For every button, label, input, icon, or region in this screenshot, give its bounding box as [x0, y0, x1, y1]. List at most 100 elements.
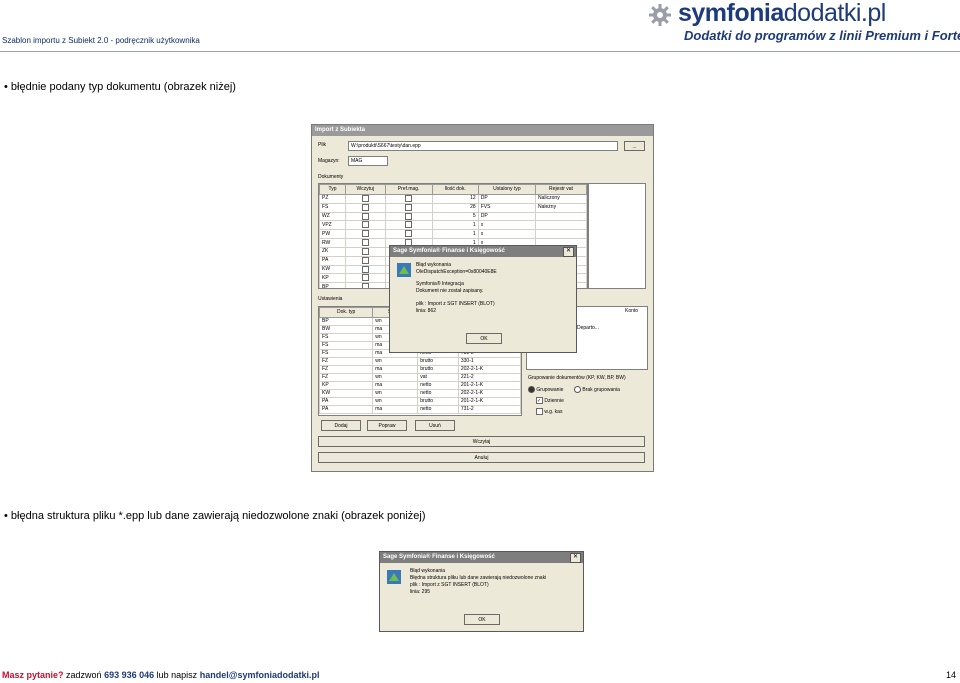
checkbox-icon[interactable]	[361, 256, 369, 264]
table-cell[interactable]: FZ	[319, 357, 374, 366]
table-cell[interactable]: vat	[417, 373, 459, 382]
table-cell[interactable]: FS	[319, 349, 374, 358]
table-cell[interactable]: 1	[431, 220, 479, 231]
table-cell[interactable]	[344, 220, 386, 231]
table-cell[interactable]	[344, 273, 386, 284]
table-cell[interactable]: BW	[319, 325, 374, 334]
table-cell[interactable]: FZ	[319, 373, 374, 382]
magazyn-input[interactable]: MAG	[348, 156, 388, 166]
table-cell[interactable]: netto	[417, 389, 459, 398]
checkbox-icon[interactable]	[405, 195, 413, 202]
table-cell[interactable]: KW	[319, 264, 346, 275]
table-cell[interactable]: PA	[319, 255, 346, 266]
table-cell[interactable]: DP	[477, 211, 537, 222]
table-cell[interactable]: Należny	[535, 202, 587, 213]
table-cell[interactable]	[344, 255, 386, 266]
ok-button[interactable]: OK	[464, 614, 500, 625]
popraw-button[interactable]: Popraw	[367, 420, 407, 431]
table-cell[interactable]	[344, 211, 386, 222]
browse-button[interactable]: ...	[624, 141, 645, 151]
table-cell[interactable]: FS	[319, 202, 346, 213]
table-cell[interactable]	[344, 238, 386, 248]
table-cell[interactable]: BP	[319, 317, 374, 326]
table-row[interactable]: FS 28 FVS Należny	[319, 202, 587, 213]
table-cell[interactable]: PW	[319, 229, 346, 240]
checkbox-icon[interactable]	[405, 203, 413, 211]
checkbox-icon[interactable]	[405, 230, 413, 238]
table-cell[interactable]	[535, 229, 587, 240]
table-cell[interactable]: wn	[372, 397, 419, 406]
table-cell[interactable]: wn	[372, 357, 419, 366]
table-row[interactable]: FZ wn brutto 330-1	[319, 357, 521, 366]
table-cell[interactable]: KP	[319, 381, 374, 390]
ok-button[interactable]: OK	[466, 333, 502, 344]
table-cell[interactable]: wn	[372, 373, 419, 382]
close-icon[interactable]: ✕	[563, 247, 574, 257]
table-cell[interactable]: PZ	[319, 194, 346, 204]
check-dziennie[interactable]: ✓ Dziennie	[536, 397, 564, 404]
table-cell[interactable]	[384, 202, 433, 213]
table-row[interactable]: PA ma netto 731-2	[319, 405, 521, 414]
checkbox-icon[interactable]	[361, 247, 369, 255]
checkbox-icon[interactable]	[361, 265, 369, 273]
table-row[interactable]: KW wn netto 202-2-1-K	[319, 389, 521, 398]
table-cell[interactable]	[384, 211, 433, 222]
table-cell[interactable]: 201-2-1-K	[457, 381, 521, 390]
table-cell[interactable]: FS	[319, 333, 374, 342]
table-cell[interactable]: ma	[372, 365, 419, 374]
table-cell[interactable]	[535, 211, 587, 222]
anuluj-button[interactable]: Anuluj	[318, 452, 645, 463]
table-cell[interactable]: brutto	[417, 365, 459, 374]
table-row[interactable]: FZ ma brutto 202-2-1-K	[319, 365, 521, 374]
check-wg-kas[interactable]: w.g. kas	[536, 408, 562, 415]
checkbox-icon[interactable]	[361, 221, 369, 229]
footer-email-link[interactable]: handel@symfoniadodatki.pl	[200, 670, 320, 680]
table-cell[interactable]: PA	[319, 397, 374, 406]
table-cell[interactable]	[344, 194, 386, 204]
column-header[interactable]: Rejestr vat	[535, 184, 587, 195]
table-cell[interactable]: wn	[372, 389, 419, 398]
table-cell[interactable]: brutto	[417, 397, 459, 406]
radio-brak[interactable]: Brak grupowania	[574, 386, 620, 393]
usun-button[interactable]: Usuń	[415, 420, 455, 431]
table-cell[interactable]: 330-1	[457, 357, 521, 366]
radio-grupowanie[interactable]: Grupowanie	[528, 386, 563, 393]
table-cell[interactable]: netto	[417, 405, 459, 414]
table-cell[interactable]: 28	[431, 202, 479, 213]
table-cell[interactable]	[344, 229, 386, 240]
table-cell[interactable]: 201-2-1-K	[457, 397, 521, 406]
table-cell[interactable]: FZ	[319, 365, 374, 374]
table-cell[interactable]: KW	[319, 389, 374, 398]
table-row[interactable]: PA wn brutto 201-2-1-K	[319, 397, 521, 406]
table-row[interactable]: WZ 5 DP	[319, 211, 587, 222]
checkbox-icon[interactable]	[405, 221, 413, 229]
checkbox-icon[interactable]	[361, 195, 369, 202]
table-row[interactable]: VPZ 1 x	[319, 220, 587, 231]
table-row[interactable]: KP ma netto 201-2-1-K	[319, 381, 521, 390]
table-row[interactable]: PZ 12 DP Naliczony	[319, 194, 587, 204]
table-cell[interactable]: WZ	[319, 211, 346, 222]
column-header[interactable]: Pref.mag.	[384, 184, 433, 195]
table-cell[interactable]: netto	[417, 381, 459, 390]
column-header[interactable]: Wczytuj	[344, 184, 386, 195]
table-cell[interactable]: 202-2-1-K	[457, 389, 521, 398]
table-cell[interactable]	[384, 194, 433, 204]
table-cell[interactable]	[384, 220, 433, 231]
table-cell[interactable]: VPZ	[319, 220, 346, 231]
table-cell[interactable]: 1	[431, 229, 479, 240]
table-row[interactable]: PW 1 x	[319, 229, 587, 240]
checkbox-icon[interactable]	[361, 212, 369, 220]
table-cell[interactable]: 5	[431, 211, 479, 222]
table-cell[interactable]: FVS	[477, 202, 537, 213]
checkbox-icon[interactable]	[361, 283, 369, 288]
table-cell[interactable]: KP	[319, 273, 346, 284]
footer-phone[interactable]: 693 936 046	[104, 670, 154, 680]
checkbox-icon[interactable]	[405, 212, 413, 220]
plik-input[interactable]: W:\produkti\S667\testy\dan.epp	[348, 141, 618, 151]
table-cell[interactable]: ma	[372, 405, 419, 414]
table-cell[interactable]: 202-2-1-K	[457, 365, 521, 374]
table-cell[interactable]: FS	[319, 341, 374, 350]
table-cell[interactable]: DP	[477, 194, 537, 204]
column-header[interactable]: Dok. typ	[319, 307, 374, 318]
checkbox-icon[interactable]	[361, 239, 369, 247]
